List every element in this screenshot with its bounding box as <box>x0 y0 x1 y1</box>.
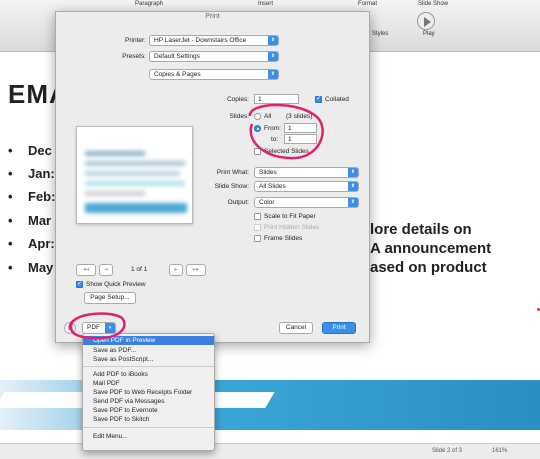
annotation-circle-slides-range <box>248 103 324 160</box>
annotation-circle-pdf-button <box>68 312 126 340</box>
annotation-marks <box>68 103 324 340</box>
